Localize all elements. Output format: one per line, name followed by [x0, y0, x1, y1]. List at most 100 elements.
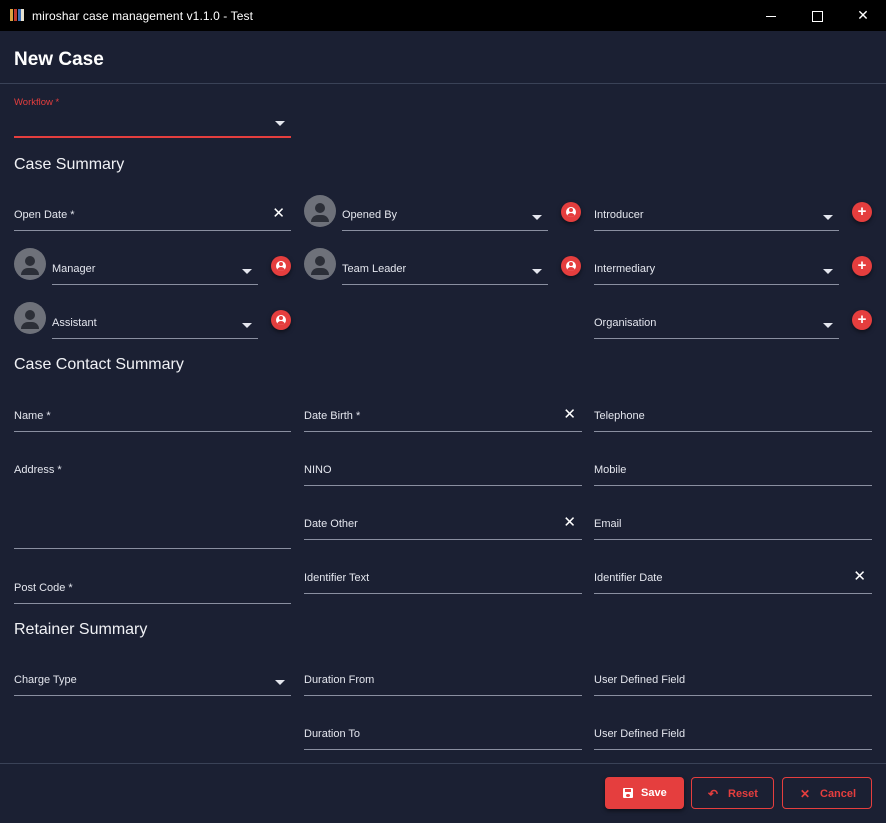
intermediary-select[interactable]: Intermediary	[594, 262, 839, 285]
maximize-button[interactable]	[794, 0, 840, 31]
caret-down-icon[interactable]	[275, 680, 285, 685]
open-date-label: Open Date *	[14, 209, 75, 221]
date-birth-field[interactable]: Date Birth * ✕	[304, 407, 582, 432]
caret-down-icon[interactable]	[823, 269, 833, 274]
reset-button[interactable]: ↶ Reset	[691, 777, 774, 809]
manager-person-button[interactable]	[271, 256, 291, 276]
duration-to-field[interactable]: Duration To	[304, 727, 582, 750]
introducer-label: Introducer	[594, 209, 644, 221]
clear-icon[interactable]: ✕	[853, 569, 866, 585]
clear-icon[interactable]: ✕	[563, 407, 576, 423]
caret-down-icon[interactable]	[242, 269, 252, 274]
plus-icon: +	[857, 257, 867, 274]
person-avatar-icon	[304, 195, 336, 227]
floppy-disk-icon	[623, 788, 633, 798]
mobile-field[interactable]: Mobile	[594, 463, 872, 486]
open-date-field[interactable]: Open Date * ✕	[14, 206, 291, 231]
mobile-label: Mobile	[594, 464, 627, 476]
assistant-person-button[interactable]	[271, 310, 291, 330]
date-other-field[interactable]: Date Other ✕	[304, 515, 582, 540]
person-avatar-icon	[14, 248, 46, 280]
nino-label: NINO	[304, 464, 332, 476]
identifier-date-label: Identifier Date	[594, 572, 663, 584]
opened-by-person-button[interactable]	[561, 202, 581, 222]
clear-icon[interactable]: ✕	[563, 515, 576, 531]
close-icon: ✕	[857, 7, 869, 23]
name-label: Name *	[14, 410, 51, 422]
assistant-select[interactable]: Assistant	[52, 316, 258, 339]
workflow-select[interactable]: Workflow *	[14, 97, 291, 138]
person-badge-icon	[276, 261, 286, 271]
section-case-contact-summary: Case Contact Summary	[14, 356, 184, 373]
add-organisation-button[interactable]: +	[852, 310, 872, 330]
cancel-button[interactable]: ✕ Cancel	[782, 777, 872, 809]
reset-label: Reset	[728, 788, 758, 800]
undo-icon: ↶	[708, 787, 719, 801]
date-other-label: Date Other	[304, 518, 358, 530]
person-avatar-icon	[14, 302, 46, 334]
clear-icon[interactable]: ✕	[272, 206, 285, 222]
caret-down-icon[interactable]	[823, 323, 833, 328]
caret-down-icon[interactable]	[532, 215, 542, 220]
team-leader-select[interactable]: Team Leader	[342, 262, 548, 285]
name-field[interactable]: Name *	[14, 409, 291, 432]
address-textarea[interactable]: Address *	[14, 463, 291, 549]
introducer-select[interactable]: Introducer	[594, 208, 839, 231]
assistant-label: Assistant	[52, 317, 97, 329]
opened-by-label: Opened By	[342, 209, 398, 221]
user-defined-field-2-label: User Defined Field	[594, 728, 686, 740]
person-avatar-icon	[304, 248, 336, 280]
save-button[interactable]: Save	[605, 777, 684, 809]
intermediary-label: Intermediary	[594, 263, 656, 275]
caret-down-icon[interactable]	[823, 215, 833, 220]
organisation-label: Organisation	[594, 317, 657, 329]
opened-by-select[interactable]: Opened By	[342, 208, 548, 231]
person-badge-icon	[276, 315, 286, 325]
user-defined-field-1[interactable]: User Defined Field	[594, 673, 872, 696]
footer-divider	[0, 763, 886, 764]
identifier-date-field[interactable]: Identifier Date ✕	[594, 569, 872, 594]
close-button[interactable]: ✕	[840, 0, 886, 31]
charge-type-label: Charge Type	[14, 674, 77, 686]
person-badge-icon	[566, 207, 576, 217]
team-leader-person-button[interactable]	[561, 256, 581, 276]
save-label: Save	[641, 787, 667, 799]
telephone-label: Telephone	[594, 410, 645, 422]
plus-icon: +	[857, 203, 867, 220]
organisation-select[interactable]: Organisation	[594, 316, 839, 339]
workflow-label: Workflow *	[14, 97, 60, 108]
manager-select[interactable]: Manager	[52, 262, 258, 285]
user-defined-field-2[interactable]: User Defined Field	[594, 727, 872, 750]
cancel-label: Cancel	[820, 788, 857, 800]
person-badge-icon	[566, 261, 576, 271]
section-retainer-summary: Retainer Summary	[14, 621, 148, 638]
identifier-text-label: Identifier Text	[304, 572, 370, 584]
identifier-text-field[interactable]: Identifier Text	[304, 571, 582, 594]
caret-down-icon[interactable]	[275, 121, 285, 126]
minimize-icon	[766, 15, 776, 17]
duration-from-field[interactable]: Duration From	[304, 673, 582, 696]
window-title: miroshar case management v1.1.0 - Test	[32, 9, 254, 23]
x-icon: ✕	[800, 787, 811, 801]
nino-field[interactable]: NINO	[304, 463, 582, 486]
minimize-button[interactable]	[748, 0, 794, 31]
email-field[interactable]: Email	[594, 517, 872, 540]
add-intermediary-button[interactable]: +	[852, 256, 872, 276]
header-divider	[0, 83, 886, 84]
duration-to-label: Duration To	[304, 728, 361, 740]
page-title: New Case	[14, 49, 104, 70]
plus-icon: +	[857, 311, 867, 328]
books-icon	[10, 9, 24, 21]
charge-type-select[interactable]: Charge Type	[14, 673, 291, 696]
window-titlebar: miroshar case management v1.1.0 - Test ✕	[0, 0, 886, 31]
add-introducer-button[interactable]: +	[852, 202, 872, 222]
duration-from-label: Duration From	[304, 674, 375, 686]
maximize-icon	[811, 10, 823, 22]
manager-label: Manager	[52, 263, 96, 275]
post-code-field[interactable]: Post Code *	[14, 581, 291, 604]
post-code-label: Post Code *	[14, 582, 73, 594]
caret-down-icon[interactable]	[242, 323, 252, 328]
telephone-field[interactable]: Telephone	[594, 409, 872, 432]
caret-down-icon[interactable]	[532, 269, 542, 274]
user-defined-field-1-label: User Defined Field	[594, 674, 686, 686]
